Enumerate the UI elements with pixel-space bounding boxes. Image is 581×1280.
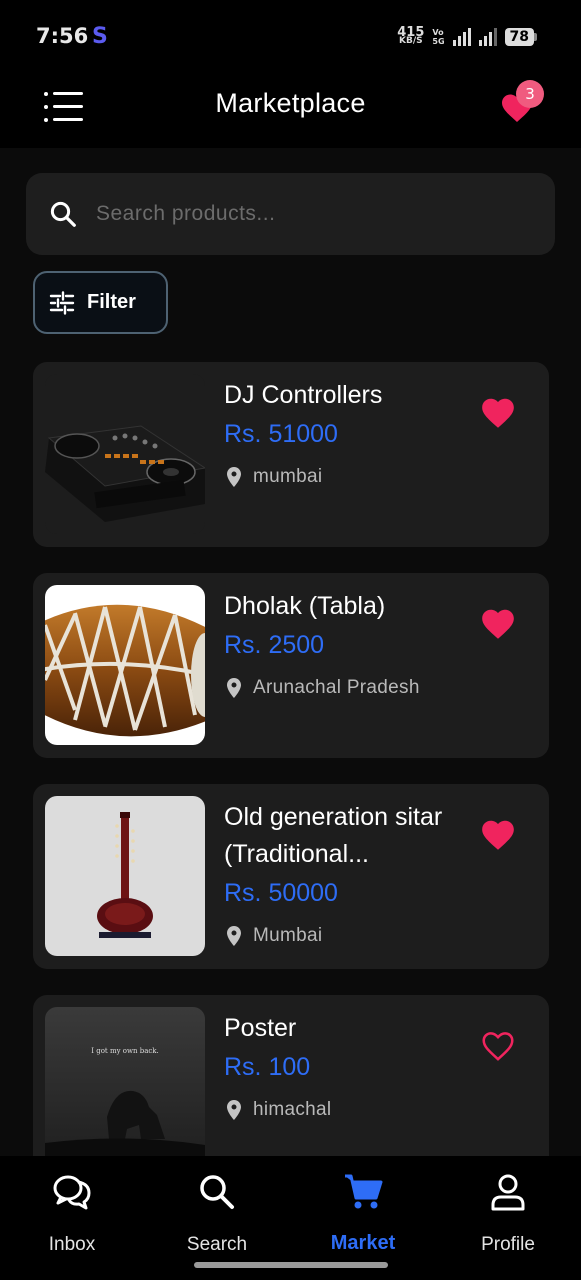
nav-item-inbox[interactable]: Inbox [17,1172,127,1262]
home-indicator[interactable] [194,1262,388,1268]
location-text: Mumbai [253,925,323,946]
filter-label: Filter [87,291,136,313]
location-pin-icon [227,1100,241,1120]
search-icon [200,1175,234,1209]
nav-label: Market [330,1232,396,1254]
location-text: Arunachal Pradesh [253,677,420,698]
marketplace-content[interactable]: Filter DJ Controllers Rs. 51000 mumba [0,148,581,1156]
location-text: mumbai [253,466,323,487]
nav-label: Profile [481,1234,535,1255]
product-card[interactable]: DJ Controllers Rs. 51000 mumbai [33,362,549,547]
dholak-image [45,585,205,745]
volte-label: Vo [432,28,444,37]
network-speed: 415 KB/S [397,26,424,46]
person-icon [491,1174,525,1211]
favorites-count-badge: 3 [516,80,544,108]
search-icon [50,201,76,227]
heart-icon[interactable] [479,394,517,432]
product-card[interactable]: Old generation sitar (Traditional... Rs.… [33,784,549,969]
poster-image: I got my own back. [45,1007,205,1156]
product-location: Arunachal Pradesh [227,677,420,699]
app-notification-icon: S [92,24,108,49]
nav-item-search[interactable]: Search [162,1172,272,1262]
search-bar[interactable] [26,173,555,255]
network-type-label: 5G [432,37,445,46]
nav-item-profile[interactable]: Profile [453,1172,563,1262]
signal-strength-icon-2 [478,28,497,46]
battery-icon: 78 [504,28,537,46]
status-bar: 7:56 S 415 KB/S Vo 5G 78 [0,0,581,70]
filter-button[interactable]: Filter [33,271,168,334]
product-price: Rs. 51000 [224,420,338,448]
sitar-image [45,796,205,956]
battery-level: 78 [504,28,534,46]
search-input[interactable] [96,191,536,237]
app-bar: Marketplace 3 [0,70,581,148]
product-title: DJ Controllers [224,381,383,409]
status-indicators: 415 KB/S Vo 5G 78 [397,26,537,48]
favorites-button[interactable]: 3 [498,80,548,134]
product-title: Old generation sitar (Traditional... [224,803,443,868]
product-card[interactable]: I got my own back. Poster Rs. 100 himach… [33,995,549,1156]
product-title: Poster [224,1014,297,1042]
cart-icon [345,1174,383,1209]
product-title: Dholak (Tabla) [224,592,386,620]
nav-label: Inbox [48,1234,96,1255]
status-time: 7:56 [36,24,89,48]
location-pin-icon [227,678,241,698]
heart-icon[interactable] [479,605,517,643]
product-price: Rs. 50000 [224,879,338,907]
network-speed-unit: KB/S [399,36,423,46]
signal-strength-icon [452,28,471,46]
location-pin-icon [227,926,241,946]
volte-indicator: Vo 5G [432,28,444,46]
nav-label: Search [186,1234,248,1255]
chat-icon [53,1175,91,1210]
product-location: mumbai [227,466,322,488]
location-pin-icon [227,467,241,487]
page-title: Marketplace [215,88,366,118]
product-price: Rs. 2500 [224,631,325,659]
product-price: Rs. 100 [224,1053,311,1081]
product-location: Mumbai [227,925,322,947]
sliders-icon [49,290,75,315]
location-text: himachal [253,1099,332,1120]
nav-item-market[interactable]: Market [308,1172,418,1262]
heart-icon[interactable] [479,816,517,854]
product-location: himachal [227,1099,331,1121]
product-card[interactable]: Dholak (Tabla) Rs. 2500 Arunachal Prades… [33,573,549,758]
dj-controller-image [45,374,205,534]
heart-outline-icon[interactable] [479,1027,517,1065]
